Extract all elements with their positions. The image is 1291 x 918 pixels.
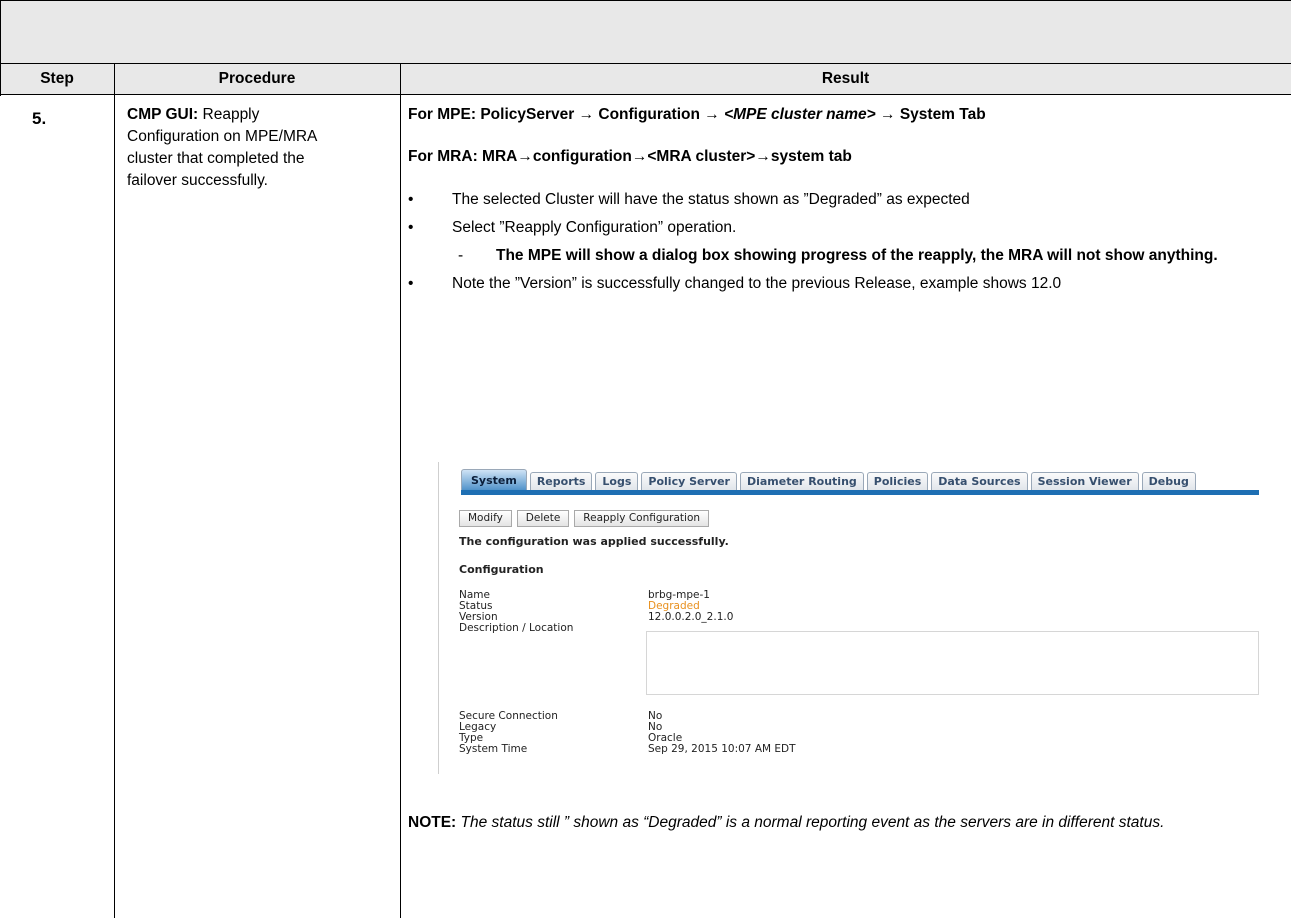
right-arrow-icon: → [704,106,720,123]
tab-policy-server[interactable]: Policy Server [641,472,737,491]
note-text: The status still ” shown as “Degraded” i… [456,814,1165,831]
mra-navigation-path: For MRA: MRA→configuration→<MRA cluster>… [408,148,852,165]
list-item: • Select ”Reapply Configuration” operati… [408,214,1283,242]
tab-data-sources[interactable]: Data Sources [931,472,1028,491]
tab-session-viewer[interactable]: Session Viewer [1030,472,1139,491]
header-result: Result [821,70,870,87]
list-item: • The selected Cluster will have the sta… [408,186,1283,214]
column-divider [0,64,1,96]
right-arrow-icon: → [880,106,896,123]
column-divider [114,64,115,918]
description-label: Description / Location [459,622,574,634]
right-arrow-icon: → [755,148,771,165]
list-item: • Note the ”Version” is successfully cha… [408,270,1283,298]
tab-debug[interactable]: Debug [1141,472,1196,491]
bullet-icon: • [408,219,414,236]
version-value: 12.0.0.2.0_2.1.0 [648,611,734,623]
right-arrow-icon: → [517,148,533,165]
tab-underline [461,490,1259,495]
embedded-cmp-screenshot: System Reports Logs Policy Server Diamet… [438,462,1259,774]
mpe-navigation-path: For MPE: PolicyServer → Configuration → … [408,106,986,123]
description-field [646,631,1259,695]
bullet-icon: • [408,275,414,292]
success-message: The configuration was applied successful… [459,535,729,548]
result-bullets: • The selected Cluster will have the sta… [408,186,1283,298]
tab-diameter-routing[interactable]: Diameter Routing [739,472,864,491]
table-header-row: Step Procedure Result [0,64,1291,95]
bullet-icon: • [408,191,414,208]
right-arrow-icon: → [631,148,648,165]
column-divider [400,64,401,918]
note-label: NOTE: [408,814,457,831]
reapply-configuration-button[interactable]: Reapply Configuration [574,510,710,527]
tab-system[interactable]: System [461,469,527,491]
header-procedure: Procedure [218,70,296,87]
procedure-bold-label: CMP GUI: [127,106,199,123]
procedure-table: Step Procedure Result 5. CMP GUI: Reappl… [0,0,1291,918]
delete-button[interactable]: Delete [516,510,570,527]
sub-list-item: - The MPE will show a dialog box showing… [408,242,1283,270]
tab-bar: System Reports Logs Policy Server Diamet… [461,469,1199,491]
tab-reports[interactable]: Reports [529,472,593,491]
tab-policies[interactable]: Policies [866,472,929,491]
action-buttons: Modify Delete Reapply Configuration [459,510,714,527]
procedure-text: CMP GUI: Reapply Configuration on MPE/MR… [127,104,327,192]
configuration-heading: Configuration [459,563,544,576]
right-arrow-icon: → [578,106,595,123]
result-cell: For MPE: PolicyServer → Configuration → … [408,104,1283,298]
dash-icon: - [458,247,464,264]
system-time-value: Sep 29, 2015 10:07 AM EDT [648,743,796,755]
step-number: 5. [32,109,47,128]
header-banner [0,0,1291,64]
header-step: Step [40,70,74,87]
note-paragraph: NOTE: The status still ” shown as “Degra… [408,810,1228,836]
system-time-label: System Time [459,743,528,755]
modify-button[interactable]: Modify [459,510,512,527]
tab-logs[interactable]: Logs [595,472,639,491]
